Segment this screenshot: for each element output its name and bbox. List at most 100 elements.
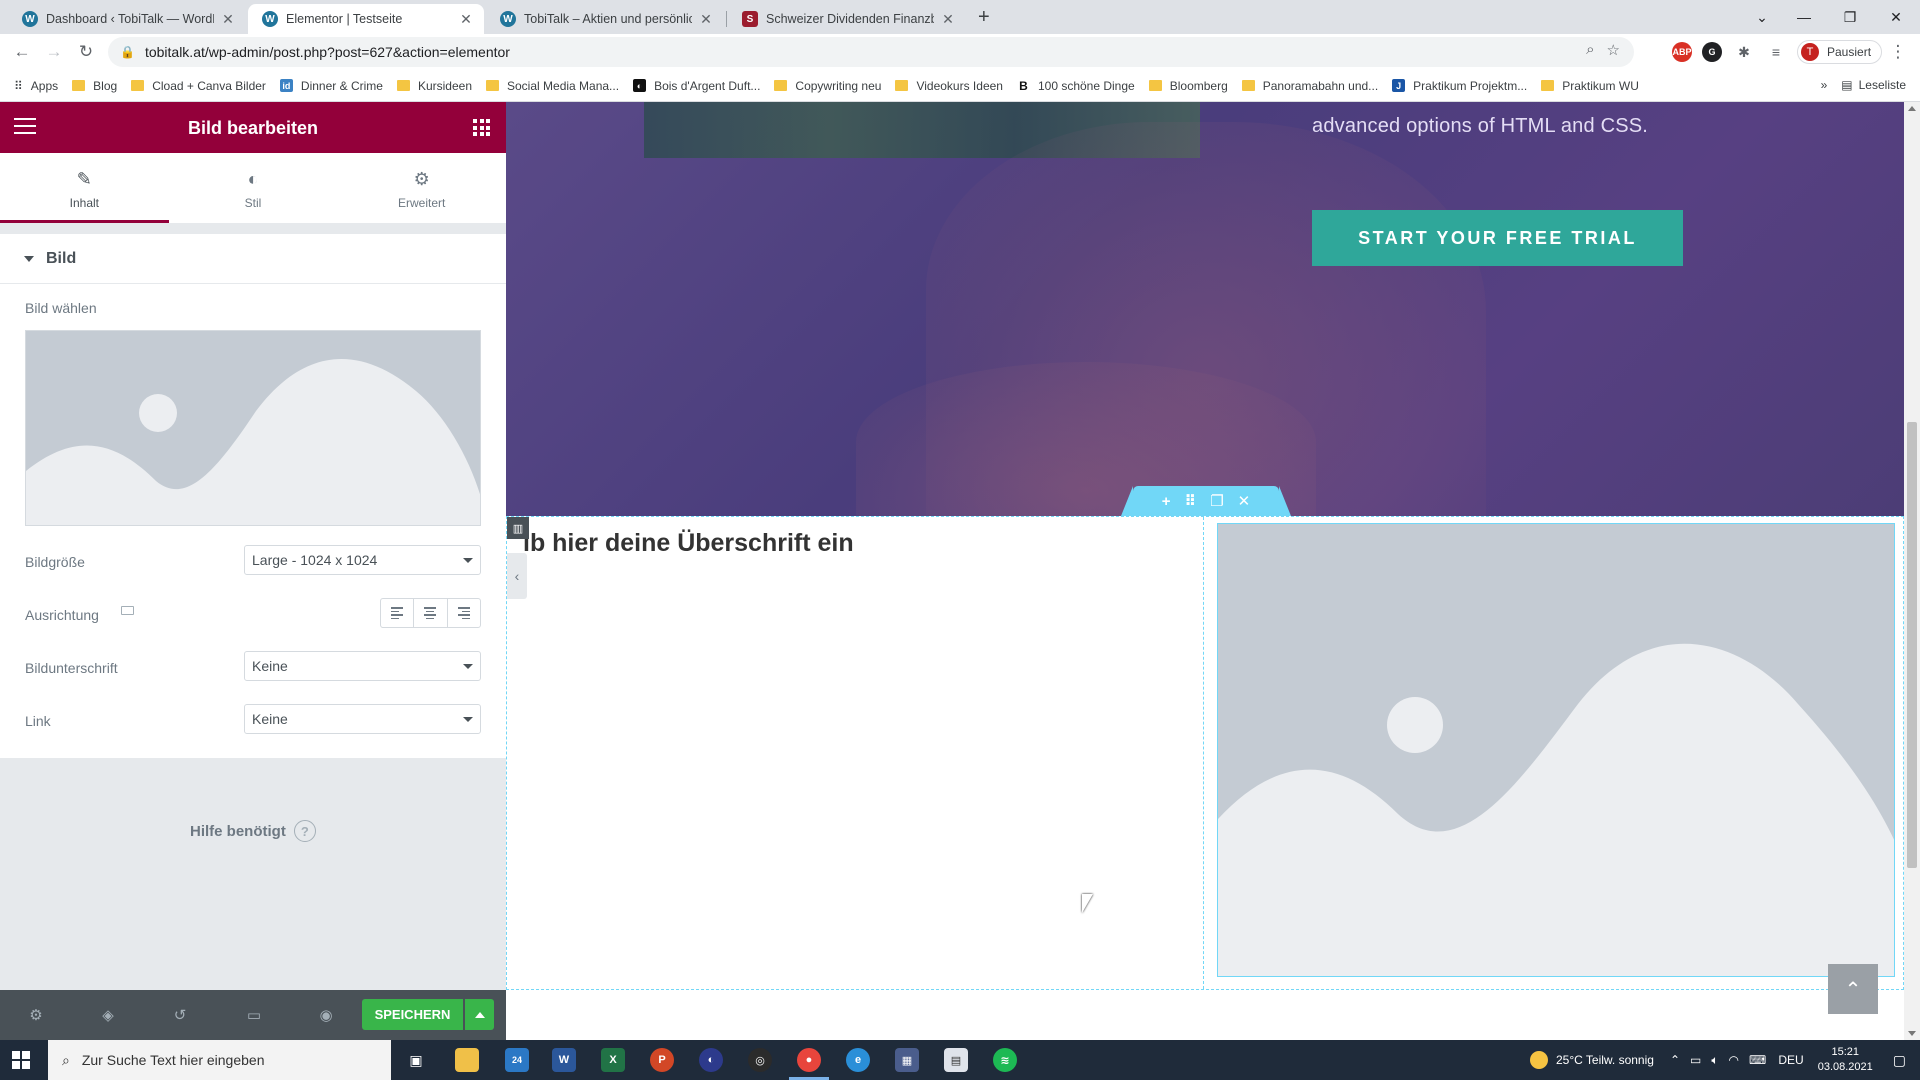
- image-size-select[interactable]: Large - 1024 x 1024: [244, 545, 481, 575]
- zoom-icon[interactable]: ⌕: [1586, 41, 1594, 59]
- profile-button[interactable]: T Pausiert: [1797, 40, 1883, 64]
- speaker-icon[interactable]: 🔈︎: [1711, 1053, 1718, 1068]
- save-options-button[interactable]: [465, 999, 494, 1030]
- reading-list-button[interactable]: ▤ Leseliste: [1841, 78, 1906, 92]
- bookmark-videokurs[interactable]: Videokurs Ideen: [895, 79, 1003, 93]
- vertical-scrollbar[interactable]: [1904, 102, 1920, 1040]
- browser-tab-tobitalk[interactable]: W TobiTalk – Aktien und persönliche ✕: [486, 4, 724, 34]
- drag-handle-icon[interactable]: ⠿: [1185, 492, 1197, 510]
- caption-select[interactable]: Keine: [244, 651, 481, 681]
- task-view-icon[interactable]: ▣: [404, 1048, 428, 1072]
- edited-section[interactable]: ib hier deine Überschrift ein ▥ ‹: [506, 516, 1904, 990]
- forward-icon[interactable]: →: [42, 40, 66, 64]
- excel-icon[interactable]: X: [601, 1048, 625, 1072]
- bookmark-bois-dargent[interactable]: ◐ Bois d'Argent Duft...: [633, 79, 760, 93]
- bookmark-kursideen[interactable]: Kursideen: [396, 79, 472, 93]
- tab-erweitert[interactable]: ⚙ Erweitert: [337, 153, 506, 223]
- widgets-grid-icon[interactable]: [473, 119, 490, 136]
- image-widget[interactable]: [1217, 523, 1895, 977]
- network-icon[interactable]: ▭: [1690, 1053, 1701, 1067]
- edge-icon[interactable]: e: [846, 1048, 870, 1072]
- window-close-button[interactable]: ✕: [1874, 0, 1918, 34]
- scroll-to-top-button[interactable]: ⌃: [1828, 964, 1878, 1014]
- spotify-icon[interactable]: ≋: [993, 1048, 1017, 1072]
- tab-stil[interactable]: ◐ Stil: [169, 153, 338, 223]
- close-icon[interactable]: ✕: [220, 11, 236, 28]
- preview-eye-icon[interactable]: ◉: [317, 1006, 335, 1024]
- new-tab-button[interactable]: +: [978, 6, 990, 29]
- bookmark-star-icon[interactable]: ☆: [1607, 41, 1620, 59]
- image-chooser[interactable]: [25, 330, 481, 526]
- align-center-button[interactable]: [414, 599, 448, 627]
- minimize-button[interactable]: —: [1782, 0, 1826, 34]
- app-icon[interactable]: ◐: [699, 1048, 723, 1072]
- language-indicator[interactable]: DEU: [1778, 1053, 1803, 1067]
- obs-icon[interactable]: ◎: [748, 1048, 772, 1072]
- address-bar[interactable]: 🔒 tobitalk.at/wp-admin/post.php?post=627…: [108, 37, 1634, 67]
- app-window-icon[interactable]: ▦: [895, 1048, 919, 1072]
- help-link[interactable]: Hilfe benötigt ?: [190, 820, 316, 842]
- bookmark-panoramabahn[interactable]: Panoramabahn und...: [1241, 79, 1378, 93]
- scroll-up-arrow-icon[interactable]: [1908, 106, 1916, 111]
- column-handle-icon[interactable]: ▥: [507, 517, 529, 539]
- word-icon[interactable]: W: [552, 1048, 576, 1072]
- notification-icon[interactable]: ▢: [1893, 1052, 1906, 1069]
- taskbar-clock[interactable]: 15:21 03.08.2021: [1818, 1045, 1873, 1075]
- align-right-button[interactable]: [448, 599, 480, 627]
- history-icon[interactable]: ↺: [171, 1006, 189, 1024]
- bookmark-social-media[interactable]: Social Media Mana...: [486, 79, 619, 93]
- back-icon[interactable]: ←: [10, 40, 34, 64]
- grammarly-extension-icon[interactable]: G: [1702, 42, 1722, 62]
- wifi-icon[interactable]: ◠: [1729, 1053, 1739, 1067]
- tab-inhalt[interactable]: ✎ Inhalt: [0, 153, 169, 223]
- browser-tab-elementor[interactable]: W Elementor | Testseite ✕: [248, 4, 484, 34]
- bookmark-apps[interactable]: ⠿ Apps: [14, 79, 58, 93]
- settings-gear-icon[interactable]: ⚙: [27, 1006, 45, 1024]
- responsive-desktop-icon[interactable]: [121, 606, 134, 615]
- kebab-menu-icon[interactable]: ⋮: [1886, 40, 1910, 64]
- browser-tab-schweizer[interactable]: S Schweizer Dividenden Finanzblo ✕: [728, 4, 966, 34]
- close-icon[interactable]: ✕: [698, 11, 714, 28]
- close-icon[interactable]: ✕: [458, 11, 474, 28]
- mail-icon[interactable]: 24: [505, 1048, 529, 1072]
- bookmark-blog[interactable]: Blog: [72, 79, 117, 93]
- chevron-up-icon[interactable]: ⌃: [1670, 1053, 1680, 1067]
- weather-text[interactable]: 25°C Teilw. sonnig: [1556, 1053, 1654, 1067]
- save-button[interactable]: SPEICHERN: [362, 999, 463, 1030]
- bookmark-praktikum-wu[interactable]: Praktikum WU: [1541, 79, 1639, 93]
- panel-collapse-button[interactable]: ‹: [507, 553, 527, 599]
- navigator-layers-icon[interactable]: ◈: [99, 1006, 117, 1024]
- section-toggle-bild[interactable]: Bild: [0, 234, 506, 284]
- close-icon[interactable]: ✕: [940, 11, 956, 28]
- scroll-down-arrow-icon[interactable]: [1908, 1031, 1916, 1036]
- windows-start-icon[interactable]: [12, 1051, 30, 1069]
- column-left[interactable]: ib hier deine Überschrift ein ▥ ‹: [507, 517, 1204, 989]
- bookmark-praktikum-projekt[interactable]: J Praktikum Projektm...: [1392, 79, 1527, 93]
- link-select[interactable]: Keine: [244, 704, 481, 734]
- powerpoint-icon[interactable]: P: [650, 1048, 674, 1072]
- taskbar-search-input[interactable]: ⌕ Zur Suche Text hier eingeben: [48, 1040, 391, 1080]
- keyboard-icon[interactable]: ⌨: [1749, 1053, 1766, 1067]
- browser-tab-dashboard[interactable]: W Dashboard ‹ TobiTalk — WordPre ✕: [8, 4, 246, 34]
- bookmark-bloomberg[interactable]: Bloomberg: [1148, 79, 1228, 93]
- bookmark-cload-canva[interactable]: Cload + Canva Bilder: [131, 79, 266, 93]
- bookmark-dinner-crime[interactable]: id Dinner & Crime: [279, 79, 383, 93]
- media-queue-icon[interactable]: ≡: [1766, 42, 1786, 62]
- file-explorer-icon[interactable]: [455, 1048, 479, 1072]
- reload-icon[interactable]: ↻: [74, 40, 98, 64]
- restore-button[interactable]: ❐: [1828, 0, 1872, 34]
- delete-icon[interactable]: ✕: [1238, 492, 1251, 510]
- heading-widget[interactable]: ib hier deine Überschrift ein: [523, 529, 854, 558]
- add-section-icon[interactable]: +: [1162, 493, 1171, 510]
- tab-search-icon[interactable]: ⌄: [1740, 0, 1784, 34]
- bookmark-100-dinge[interactable]: B 100 schöne Dinge: [1017, 79, 1135, 93]
- scrollbar-thumb[interactable]: [1907, 422, 1917, 868]
- extensions-puzzle-icon[interactable]: ✱: [1734, 42, 1754, 62]
- notepad-icon[interactable]: ▤: [944, 1048, 968, 1072]
- align-left-button[interactable]: [381, 599, 415, 627]
- adblock-extension-icon[interactable]: ABP: [1672, 42, 1692, 62]
- responsive-mode-icon[interactable]: ▭: [245, 1006, 263, 1024]
- chrome-icon[interactable]: ●: [797, 1048, 821, 1072]
- start-free-trial-button[interactable]: START YOUR FREE TRIAL: [1312, 210, 1683, 266]
- more-bookmarks-icon[interactable]: »: [1821, 78, 1828, 92]
